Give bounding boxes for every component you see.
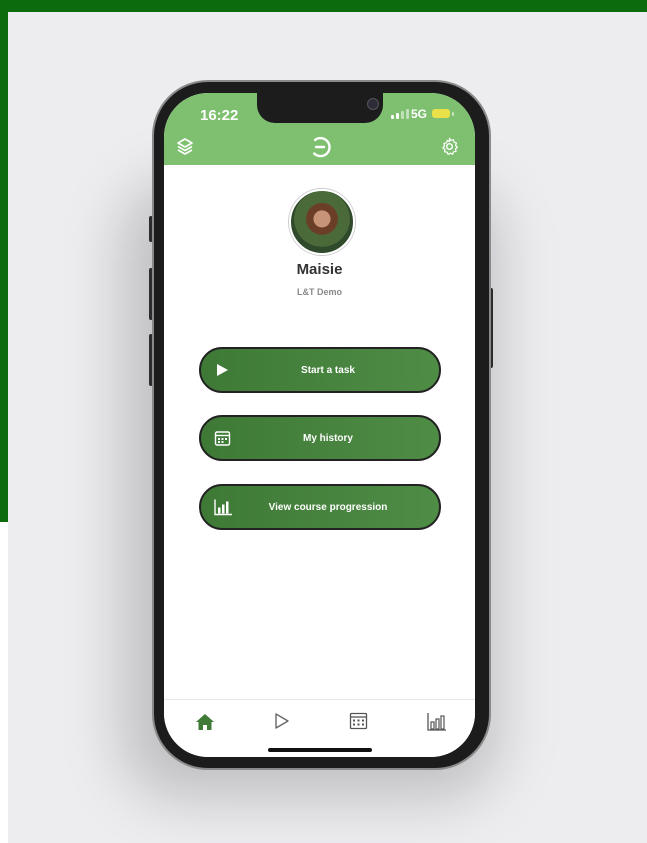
phone-screen: 16:22 5G Maisie L&T Demo Start a task My… [164, 93, 475, 757]
layers-icon[interactable] [176, 137, 194, 155]
play-outline-icon[interactable] [274, 712, 290, 730]
course-progression-button[interactable]: View course progression [199, 484, 441, 530]
play-icon [217, 364, 228, 376]
home-indicator[interactable] [268, 748, 372, 752]
battery-icon [432, 109, 450, 118]
app-logo-icon [313, 136, 331, 158]
bar-chart-icon[interactable] [427, 712, 447, 731]
network-type: 5G [411, 107, 428, 121]
gear-icon[interactable] [440, 137, 459, 156]
organization-label: L&T Demo [297, 287, 342, 297]
my-history-button[interactable]: My history [199, 415, 441, 461]
user-name: Maisie [296, 261, 343, 278]
start-task-button[interactable]: Start a task [199, 347, 441, 393]
home-icon[interactable] [195, 712, 215, 732]
my-history-label: My history [302, 432, 353, 444]
calendar-icon [214, 431, 231, 446]
avatar[interactable] [289, 189, 355, 255]
bar-chart-icon [214, 499, 232, 516]
status-time: 16:22 [200, 107, 239, 124]
start-task-label: Start a task [301, 364, 355, 376]
signal-icon [391, 109, 409, 119]
battery-tip [452, 112, 454, 116]
camera-dot [367, 98, 379, 110]
calendar-icon[interactable] [349, 712, 368, 730]
course-progression-label: View course progression [268, 501, 388, 513]
phone-notch [257, 93, 383, 123]
